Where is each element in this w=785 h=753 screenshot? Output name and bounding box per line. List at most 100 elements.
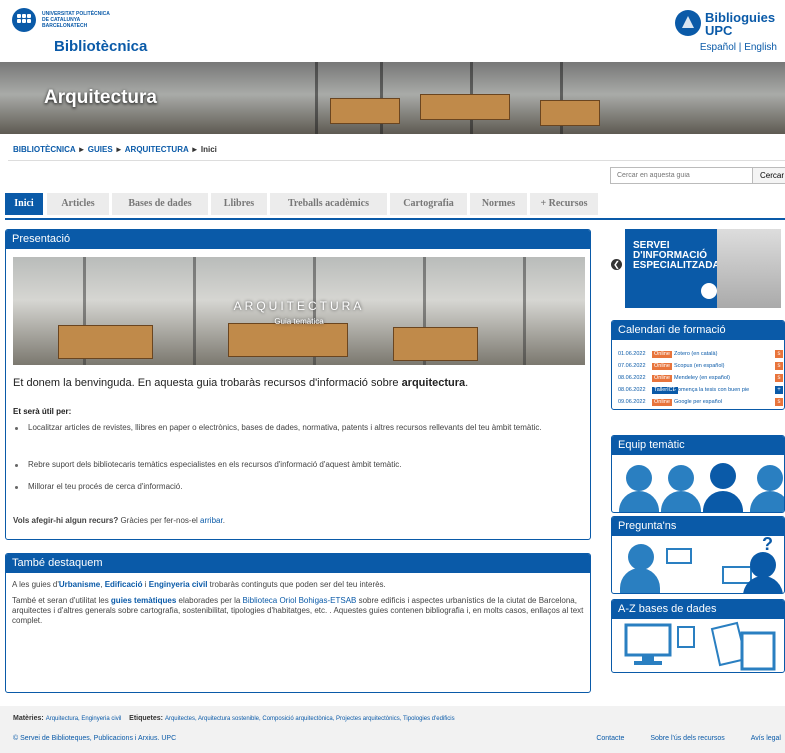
hero-title: ARQUITECTURA xyxy=(233,299,365,313)
team-panel[interactable]: Equip temàtic xyxy=(611,435,785,513)
presentacio-panel: Presentació ARQUITECTURA Guia temàtica E… xyxy=(5,229,591,540)
add-resource-text: Vols afegir-hi algun recurs? Gràcies per… xyxy=(13,516,225,525)
breadcrumb: BIBLIOTÈCNICA ► GUIES ► ARQUITECTURA ► I… xyxy=(13,145,217,154)
carousel-slide-text: SERVEI D'INFORMACIÓ ESPECIALITZADA xyxy=(633,240,720,271)
site-title[interactable]: Bibliotècnica xyxy=(54,38,147,55)
biblioguies-icon xyxy=(675,10,701,36)
breadcrumb-separator: ► xyxy=(77,145,86,154)
legal-notice-link[interactable]: Avís legal xyxy=(751,735,781,742)
service-carousel: ❮ SERVEI D'INFORMACIÓ ESPECIALITZADA xyxy=(611,225,785,311)
ask-title: Pregunta'ns xyxy=(612,517,784,536)
welcome-text: Et donem la benvinguda. En aquesta guia … xyxy=(13,377,469,389)
ask-panel[interactable]: Pregunta'ns ? xyxy=(611,516,785,594)
breadcrumb-current: Inici xyxy=(200,145,217,154)
link-biblioteca-etsab[interactable]: Biblioteca Oriol Bohigas-ETSAB xyxy=(243,596,357,605)
add-resource-question: Vols afegir-hi algun recurs? xyxy=(13,516,119,525)
banner-decoration xyxy=(540,100,600,126)
tab-normes[interactable]: Normes xyxy=(470,193,527,215)
tags-label: Etiquetes: xyxy=(129,715,164,722)
presentacio-title: Presentació xyxy=(6,230,590,249)
calendar-panel: Calendari de formació 01.06.2022 Online Zo… xyxy=(611,320,785,410)
team-title: Equip temàtic xyxy=(612,436,784,455)
calendar-item[interactable]: 09.06.2022 Online Google per español s xyxy=(618,398,783,407)
biblioguies-logo[interactable]: Biblioguies UPC xyxy=(675,8,775,38)
banner-title: Arquitectura xyxy=(44,87,157,108)
hero-decoration xyxy=(58,325,153,359)
subjects-label: Matèries: xyxy=(13,715,44,722)
guide-search: Cercar xyxy=(610,167,785,184)
calendar-mark-icon: s xyxy=(775,398,783,406)
ask-people-icon: ? xyxy=(612,534,784,593)
carousel-photo xyxy=(717,229,781,308)
tags-links[interactable]: Arquitectes, Arquitectura sostenible, Co… xyxy=(165,716,455,722)
breadcrumb-guies[interactable]: GUIES xyxy=(88,145,113,154)
biblioguies-upc: UPC xyxy=(705,23,733,38)
upc-logo[interactable]: UNIVERSITAT POLITÈCNICA DE CATALUNYA BAR… xyxy=(12,8,142,34)
calendar-mark-icon: s xyxy=(775,350,783,358)
carousel-prev-icon[interactable]: ❮ xyxy=(611,259,622,270)
tab-treballs-academics[interactable]: Treballs acadèmics xyxy=(270,193,387,215)
tab-cartografia[interactable]: Cartografia xyxy=(390,193,467,215)
tab-inici[interactable]: Inici xyxy=(5,193,43,215)
welcome-topic: arquitectura xyxy=(401,377,466,389)
lang-en-link[interactable]: English xyxy=(744,42,777,53)
add-resource-link[interactable]: arribar xyxy=(200,516,223,525)
breadcrumb-arquitectura[interactable]: ARQUITECTURA xyxy=(125,145,189,154)
list-item: Rebre suport dels bibliotecaris temàtics… xyxy=(15,460,548,470)
lang-es-link[interactable]: Español xyxy=(700,42,736,53)
calendar-item[interactable]: 08.06.2022 TallerICE Comença la tesis con … xyxy=(618,386,783,395)
az-databases-panel[interactable]: A-Z bases de dades xyxy=(611,599,785,673)
calendar-mark-icon: s xyxy=(775,362,783,370)
page-banner: Arquitectura xyxy=(0,62,785,134)
footer-taxonomy: Matèries: Arquitectura, Enginyeria civil… xyxy=(13,715,455,722)
banner-decoration xyxy=(420,94,510,120)
tab-articles[interactable]: Articles xyxy=(47,193,109,215)
az-title: A-Z bases de dades xyxy=(612,600,784,619)
list-item: Millorar el teu procés de cerca d'inform… xyxy=(15,482,548,492)
footer-links: Contacte Sobre l'ús dels recursos Avís l… xyxy=(572,735,781,742)
calendar-item[interactable]: 01.06.2022 Online Zotero (en català) s xyxy=(618,350,783,359)
link-urbanisme[interactable]: Urbanisme xyxy=(59,580,100,589)
upc-logo-icon xyxy=(12,8,36,32)
tambe-destaquem-panel: També destaquem A les guies d'Urbanisme,… xyxy=(5,553,591,693)
hero-image: ARQUITECTURA Guia temàtica xyxy=(13,257,585,365)
calendar-title: Calendari de formació xyxy=(612,321,784,340)
hero-subtitle: Guia temàtica xyxy=(274,317,324,326)
calendar-item[interactable]: 07.06.2022 Online Scopus (en español) s xyxy=(618,362,783,371)
team-people-icon xyxy=(612,455,784,512)
breadcrumb-separator: ► xyxy=(114,145,123,154)
link-enginyeria-civil[interactable]: Enginyeria civil xyxy=(149,580,208,589)
tambe-destaquem-text: A les guies d'Urbanisme, Edificació i En… xyxy=(12,580,584,625)
hero-decoration xyxy=(393,327,478,361)
upc-small-logo-icon xyxy=(701,283,717,299)
tabs-underline xyxy=(5,218,785,220)
calendar-mark-icon: + xyxy=(775,386,783,394)
contact-link[interactable]: Contacte xyxy=(596,735,624,742)
search-input[interactable] xyxy=(611,168,753,183)
university-name: UNIVERSITAT POLITÈCNICA DE CATALUNYA BAR… xyxy=(42,11,110,29)
breadcrumb-bibliotecnica[interactable]: BIBLIOTÈCNICA xyxy=(13,145,75,154)
calendar-mark-icon: s xyxy=(775,374,783,382)
breadcrumb-separator: ► xyxy=(190,145,199,154)
search-button[interactable]: Cercar xyxy=(753,168,785,183)
divider xyxy=(8,160,785,161)
tambe-destaquem-title: També destaquem xyxy=(6,554,590,573)
calendar-item[interactable]: 08.06.2022 Online Mendeley (en español) s xyxy=(618,374,783,383)
carousel-slide[interactable]: SERVEI D'INFORMACIÓ ESPECIALITZADA xyxy=(625,229,781,308)
banner-decoration xyxy=(315,62,318,134)
resources-usage-link[interactable]: Sobre l'ús dels recursos xyxy=(650,735,724,742)
useful-heading: Et serà útil per: xyxy=(13,407,72,416)
site-header: UNIVERSITAT POLITÈCNICA DE CATALUNYA BAR… xyxy=(0,0,785,60)
subjects-links[interactable]: Arquitectura, Enginyeria civil xyxy=(46,716,122,722)
link-edificacio[interactable]: Edificació xyxy=(105,580,143,589)
guide-tabs: Inici Articles Bases de dades Llibres Tr… xyxy=(5,193,785,215)
tab-llibres[interactable]: Llibres xyxy=(211,193,267,215)
language-switcher: Español | English xyxy=(700,42,777,53)
link-guies-tematiques[interactable]: guies temàtiques xyxy=(111,596,176,605)
hero-decoration xyxy=(228,323,348,357)
lang-separator: | xyxy=(738,42,742,53)
tab-mes-recursos[interactable]: + Recursos xyxy=(530,193,598,215)
copyright-link[interactable]: © Servei de Biblioteques, Publicacions i… xyxy=(13,735,176,742)
tab-bases-de-dades[interactable]: Bases de dades xyxy=(112,193,208,215)
list-item: Localitzar articles de revistes, llibres… xyxy=(15,423,548,433)
